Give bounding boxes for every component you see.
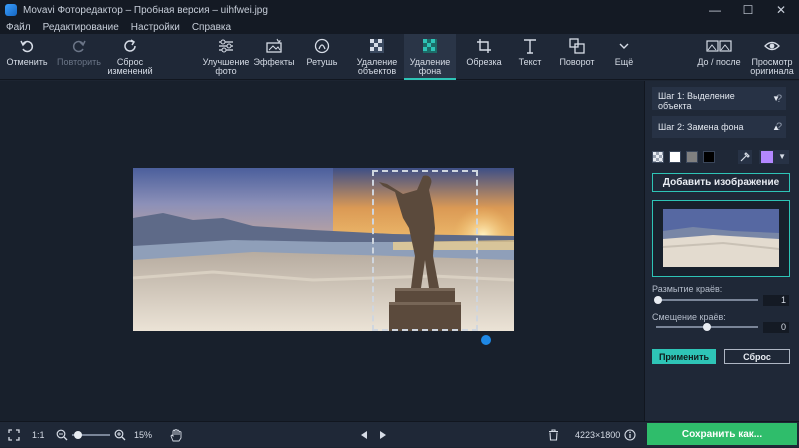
reset-changes-button[interactable]: Сброс изменений xyxy=(104,34,156,80)
edge-blur-value[interactable]: 1 xyxy=(763,295,789,306)
rotate-label: Поворот xyxy=(559,57,595,67)
menu-file[interactable]: Файл xyxy=(6,22,31,33)
save-as-button[interactable]: Сохранить как... xyxy=(647,423,797,445)
step1-help-icon[interactable]: ? xyxy=(776,93,782,105)
more-tools-button[interactable]: Ещё xyxy=(606,34,642,80)
actual-size-button[interactable]: 1:1 xyxy=(32,422,45,448)
view-original-button[interactable]: Просмотр оригинала xyxy=(748,34,796,80)
redo-icon xyxy=(71,34,87,58)
retouch-icon xyxy=(313,34,331,58)
before-after-icon xyxy=(706,34,732,58)
title-bar: Movavi Фоторедактор – Пробная версия – u… xyxy=(0,0,799,20)
zoom-out-icon[interactable] xyxy=(56,422,68,448)
background-removal-label: Удаление фона xyxy=(409,57,451,76)
before-after-button[interactable]: До / после xyxy=(694,34,744,80)
undo-label: Отменить xyxy=(6,57,48,67)
object-removal-button[interactable]: Удаление объектов xyxy=(350,34,404,80)
window-title: Movavi Фоторедактор – Пробная версия – u… xyxy=(23,4,268,16)
step2-dropdown[interactable]: Шаг 2: Замена фона ▲ xyxy=(652,116,786,138)
text-icon xyxy=(522,34,538,58)
custom-color-swatch xyxy=(761,151,773,163)
background-removal-icon xyxy=(422,34,438,58)
transparent-swatch[interactable] xyxy=(652,151,664,163)
toolbar: Отменить Повторить Сброс изменений Улучш… xyxy=(0,34,799,80)
text-label: Текст xyxy=(518,57,542,67)
info-icon[interactable] xyxy=(624,422,636,448)
fit-screen-icon[interactable] xyxy=(8,422,20,448)
menu-edit[interactable]: Редактирование xyxy=(43,22,119,33)
step2-help-icon[interactable]: ? xyxy=(776,121,782,133)
undo-icon xyxy=(19,34,35,58)
menu-help[interactable]: Справка xyxy=(192,22,231,33)
retouch-label: Ретушь xyxy=(306,57,338,67)
add-image-button[interactable]: Добавить изображение xyxy=(652,173,790,192)
step2-label: Шаг 2: Замена фона xyxy=(658,122,744,132)
before-after-label: До / после xyxy=(697,57,741,67)
refresh-icon xyxy=(122,34,138,58)
crop-label: Обрезка xyxy=(466,57,502,67)
crop-icon xyxy=(476,34,492,58)
rotate-button[interactable]: Поворот xyxy=(554,34,600,80)
edge-shift-label: Смещение краёв: xyxy=(652,312,726,322)
view-original-label: Просмотр оригинала xyxy=(750,57,794,76)
enhance-photo-label: Улучшение фото xyxy=(202,57,250,76)
apply-button[interactable]: Применить xyxy=(652,349,716,364)
edge-shift-value[interactable]: 0 xyxy=(763,322,789,333)
rotate-handle-icon[interactable] xyxy=(479,333,493,347)
custom-color-picker[interactable]: ▼ xyxy=(759,150,789,164)
app-logo-icon xyxy=(5,4,17,16)
more-tools-label: Ещё xyxy=(614,57,634,67)
eyedropper-icon[interactable] xyxy=(738,150,752,164)
image-dimensions: 4223×1800 xyxy=(575,430,621,440)
black-swatch[interactable] xyxy=(703,151,715,163)
effects-icon xyxy=(265,34,283,58)
close-button[interactable]: ✕ xyxy=(766,0,796,20)
edge-blur-label: Размытие краёв: xyxy=(652,284,723,294)
gray-swatch[interactable] xyxy=(686,151,698,163)
menu-settings[interactable]: Настройки xyxy=(131,22,180,33)
chevron-down-icon: ▼ xyxy=(778,152,786,161)
edge-blur-thumb[interactable] xyxy=(654,296,663,304)
hand-tool-icon[interactable] xyxy=(170,422,182,448)
redo-label: Повторить xyxy=(57,57,101,67)
zoom-in-icon[interactable] xyxy=(114,422,126,448)
effects-button[interactable]: Эффекты xyxy=(252,34,296,80)
zoom-slider[interactable] xyxy=(72,431,110,439)
enhance-photo-button[interactable]: Улучшение фото xyxy=(200,34,252,80)
selection-box[interactable] xyxy=(372,170,478,331)
minimize-button[interactable]: — xyxy=(700,0,730,20)
menu-bar: Файл Редактирование Настройки Справка xyxy=(0,20,799,34)
eye-icon xyxy=(764,34,780,58)
text-button[interactable]: Текст xyxy=(508,34,552,80)
step1-dropdown[interactable]: Шаг 1: Выделение объекта ▼ xyxy=(652,87,786,111)
redo-button[interactable]: Повторить xyxy=(54,34,104,80)
object-removal-icon xyxy=(369,34,385,58)
reset-button[interactable]: Сброс xyxy=(724,349,790,364)
sliders-icon xyxy=(217,34,235,58)
zoom-thumb[interactable] xyxy=(73,431,82,439)
trash-icon[interactable] xyxy=(548,422,559,448)
rotate-icon xyxy=(569,34,585,58)
maximize-button[interactable]: ☐ xyxy=(733,0,763,20)
reset-changes-label: Сброс изменений xyxy=(107,57,153,76)
edge-shift-slider[interactable] xyxy=(656,323,758,331)
chevron-down-icon xyxy=(618,34,630,58)
object-removal-label: Удаление объектов xyxy=(356,57,398,76)
previous-image-icon[interactable] xyxy=(360,422,368,448)
background-removal-button[interactable]: Удаление фона xyxy=(404,34,456,80)
effects-label: Эффекты xyxy=(253,57,295,67)
background-preview[interactable] xyxy=(652,200,790,277)
next-image-icon[interactable] xyxy=(379,422,387,448)
crop-button[interactable]: Обрезка xyxy=(460,34,508,80)
white-swatch[interactable] xyxy=(669,151,681,163)
zoom-level: 15% xyxy=(134,430,153,440)
step1-label: Шаг 1: Выделение объекта xyxy=(658,91,735,111)
undo-button[interactable]: Отменить xyxy=(4,34,50,80)
retouch-button[interactable]: Ретушь xyxy=(300,34,344,80)
edge-blur-slider[interactable] xyxy=(654,296,758,304)
edge-shift-thumb[interactable] xyxy=(703,323,711,331)
